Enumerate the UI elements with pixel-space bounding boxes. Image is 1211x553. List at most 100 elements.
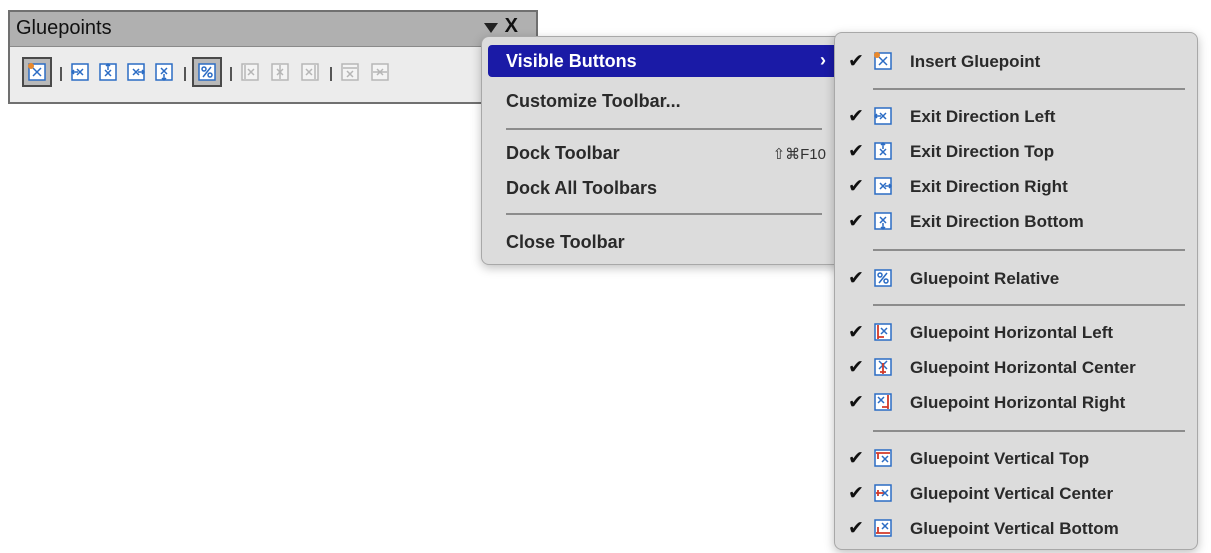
checkmark-icon: ✔ [848,518,864,539]
exit-bottom-icon [874,212,892,231]
checkmark-icon: ✔ [848,357,864,378]
checkmark-icon: ✔ [848,211,864,232]
checkmark-icon: ✔ [848,51,864,72]
toolbar-button-row [22,56,536,92]
menu-item-label: Visible Buttons [506,51,637,71]
percent-icon [198,63,216,81]
toolbar-separator [330,67,332,81]
submenu-item-label: Exit Direction Top [910,142,1055,161]
toolbar-title-bar[interactable]: Gluepoints X [10,12,536,47]
vertical-top-icon [874,449,892,467]
submenu-item-exit-direction-bottom[interactable]: ✔ Exit Direction Bottom [835,204,1197,238]
toolbar-separator [230,67,232,81]
submenu-item-label: Insert Gluepoint [910,52,1041,71]
submenu-separator [873,249,1185,251]
insert-gluepoint-icon [28,63,46,81]
submenu-item-gluepoint-horizontal-right[interactable]: ✔ Gluepoint Horizontal Right [835,385,1197,419]
submenu-item-label: Gluepoint Horizontal Right [910,393,1126,412]
horizontal-right-icon [874,393,892,411]
submenu-item-gluepoint-relative[interactable]: ✔ Gluepoint Relative [835,261,1197,295]
horizontal-right-icon [301,63,319,81]
exit-right-icon [874,177,893,195]
menu-item-label: Close Toolbar [506,232,625,252]
submenu-item-label: Gluepoint Vertical Center [910,484,1114,503]
checkmark-icon: ✔ [848,176,864,197]
exit-direction-bottom-button[interactable] [154,62,176,84]
submenu-item-label: Exit Direction Left [910,107,1056,126]
gluepoint-relative-button[interactable] [192,57,222,87]
toolbar-context-menu: Visible Buttons › Customize Toolbar... D… [481,36,847,265]
checkmark-icon: ✔ [848,392,864,413]
gluepoint-horizontal-left-button[interactable] [240,62,262,84]
insert-gluepoint-icon [874,52,892,70]
submenu-item-gluepoint-vertical-top[interactable]: ✔ Gluepoint Vertical Top [835,441,1197,475]
menu-item-visible-buttons[interactable]: Visible Buttons › [488,45,840,77]
exit-left-icon [873,107,892,125]
checkmark-icon: ✔ [848,268,864,289]
vertical-bottom-icon [874,519,892,537]
exit-direction-right-button[interactable] [126,62,148,84]
horizontal-center-icon [874,358,892,376]
horizontal-left-icon [874,323,892,341]
menu-item-shortcut: ⇧⌘F10 [772,146,826,163]
toolbar-separator [184,67,186,81]
submenu-item-exit-direction-left[interactable]: ✔ Exit Direction Left [835,99,1197,133]
menu-item-dock-toolbar[interactable]: Dock Toolbar ⇧⌘F10 [488,137,840,169]
exit-direction-top-button[interactable] [98,62,120,84]
submenu-item-label: Gluepoint Horizontal Center [910,358,1136,377]
submenu-item-label: Exit Direction Right [910,177,1068,196]
toolbar-menu-button[interactable] [484,23,498,33]
menu-item-label: Dock All Toolbars [506,178,658,198]
insert-gluepoint-button[interactable] [22,57,52,87]
submenu-item-label: Gluepoint Relative [910,269,1060,288]
exit-bottom-icon [155,63,173,82]
toolbar-separator [60,67,62,81]
gluepoint-vertical-top-button[interactable] [340,62,362,84]
gluepoint-vertical-center-button[interactable] [370,62,392,84]
horizontal-center-icon [271,63,289,81]
menu-item-dock-all-toolbars[interactable]: Dock All Toolbars [488,172,840,204]
checkmark-icon: ✔ [848,141,864,162]
toolbar-title: Gluepoints [16,17,112,39]
checkmark-icon: ✔ [848,448,864,469]
menu-item-label: Customize Toolbar... [506,91,681,111]
submenu-item-label: Gluepoint Horizontal Left [910,323,1114,342]
checkmark-icon: ✔ [848,483,864,504]
exit-direction-left-button[interactable] [70,62,92,84]
submenu-item-gluepoint-horizontal-left[interactable]: ✔ Gluepoint Horizontal Left [835,315,1197,349]
toolbar-close-button[interactable]: X [505,15,518,38]
menu-item-customize-toolbar[interactable]: Customize Toolbar... [488,85,840,117]
visible-buttons-submenu: ✔ Insert Gluepoint ✔ Exit Direction Left… [834,32,1198,550]
submenu-separator [873,304,1185,306]
exit-left-icon [70,63,89,81]
submenu-item-gluepoint-vertical-bottom[interactable]: ✔ Gluepoint Vertical Bottom [835,511,1197,545]
checkmark-icon: ✔ [848,106,864,127]
gluepoint-horizontal-right-button[interactable] [300,62,322,84]
submenu-separator [873,88,1185,90]
menu-item-label: Dock Toolbar [506,143,620,163]
submenu-item-insert-gluepoint[interactable]: ✔ Insert Gluepoint [835,44,1197,78]
submenu-item-label: Gluepoint Vertical Top [910,449,1090,468]
gluepoint-horizontal-center-button[interactable] [270,62,292,84]
gluepoints-toolbar: Gluepoints X [8,10,538,104]
submenu-item-label: Exit Direction Bottom [910,212,1084,231]
exit-top-icon [99,62,117,81]
submenu-separator [873,430,1185,432]
vertical-center-icon [874,484,892,502]
exit-top-icon [874,141,892,160]
horizontal-left-icon [241,63,259,81]
percent-icon [874,269,892,287]
submenu-item-gluepoint-vertical-center[interactable]: ✔ Gluepoint Vertical Center [835,476,1197,510]
menu-separator [506,128,822,130]
submenu-arrow-icon: › [820,50,826,70]
vertical-center-icon [371,63,389,81]
submenu-item-gluepoint-horizontal-center[interactable]: ✔ Gluepoint Horizontal Center [835,350,1197,384]
vertical-top-icon [341,63,359,81]
submenu-item-label: Gluepoint Vertical Bottom [910,519,1119,538]
menu-separator [506,213,822,215]
submenu-item-exit-direction-top[interactable]: ✔ Exit Direction Top [835,134,1197,168]
exit-right-icon [127,63,146,81]
checkmark-icon: ✔ [848,322,864,343]
menu-item-close-toolbar[interactable]: Close Toolbar [488,226,840,258]
submenu-item-exit-direction-right[interactable]: ✔ Exit Direction Right [835,169,1197,203]
